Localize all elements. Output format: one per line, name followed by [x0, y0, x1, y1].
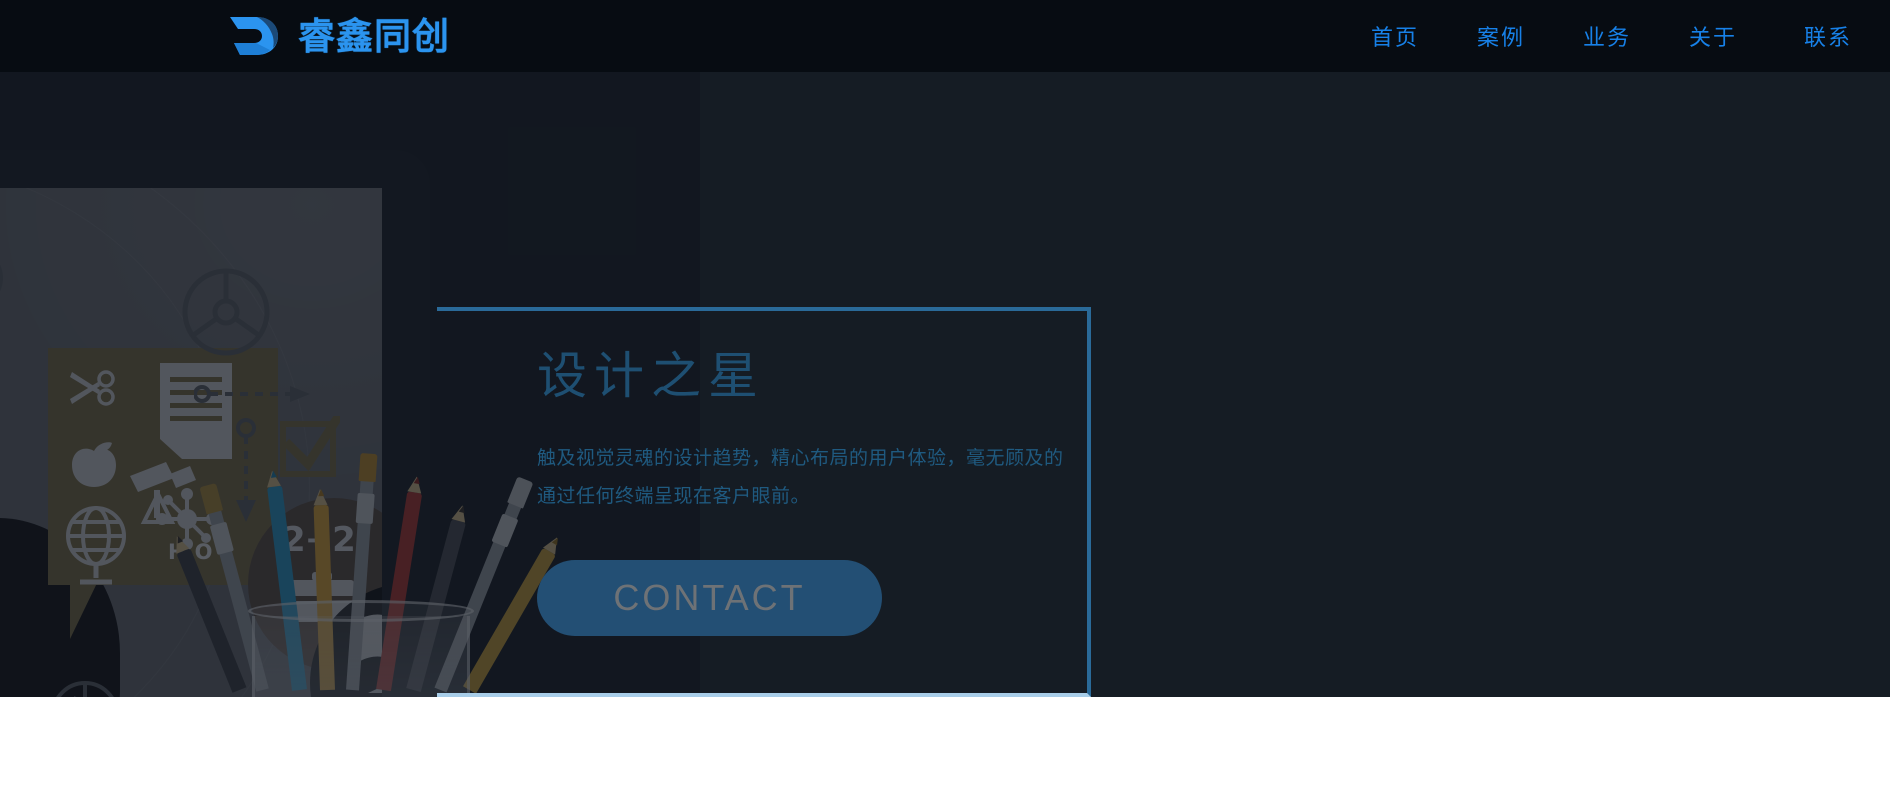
- hero-content: 设计之星 触及视觉灵魂的设计趋势，精心布局的用户体验，毫无顾及的通过任何终端呈现…: [537, 346, 1077, 636]
- hero-description: 触及视觉灵魂的设计趋势，精心布局的用户体验，毫无顾及的通过任何终端呈现在客户眼前…: [537, 448, 1064, 507]
- main-navigation: 首页 案例 业务 关于 联系: [1342, 0, 1890, 72]
- below-fold-section: [0, 697, 1890, 787]
- page-root: 睿鑫同创 首页 案例 业务 关于 联系 H O 设计之星 触及视觉灵魂的设计趋势…: [0, 0, 1890, 787]
- apple-icon: [68, 441, 120, 489]
- scissors-icon: [70, 368, 118, 408]
- education-bubble-tail: [70, 581, 98, 639]
- nav-slot: 业务: [1554, 20, 1660, 52]
- nav-slot: 首页: [1342, 20, 1448, 52]
- nav-slot: 案例: [1448, 20, 1554, 52]
- site-header: 睿鑫同创 首页 案例 业务 关于 联系: [0, 0, 1890, 72]
- arrow-left-icon: [0, 244, 6, 317]
- brand-logo[interactable]: 睿鑫同创: [226, 8, 450, 64]
- nav-about[interactable]: 关于: [1689, 20, 1737, 52]
- dial-icon: [180, 266, 272, 363]
- nav-slot: 联系: [1766, 20, 1890, 52]
- nav-contact[interactable]: 联系: [1804, 20, 1852, 52]
- company-d-logo-icon: [226, 13, 282, 59]
- page-title: 设计之星: [537, 347, 765, 405]
- contact-button[interactable]: CONTACT: [537, 560, 882, 636]
- nav-business[interactable]: 业务: [1583, 20, 1631, 52]
- hero-section: H2O 2+2: [0, 72, 1890, 697]
- globe-icon: [62, 506, 138, 586]
- nav-home[interactable]: 首页: [1371, 20, 1419, 52]
- brand-name: 睿鑫同创: [298, 14, 450, 58]
- nav-cases[interactable]: 案例: [1477, 20, 1525, 52]
- dashed-connector: [0, 688, 190, 697]
- nav-slot: 关于: [1660, 20, 1766, 52]
